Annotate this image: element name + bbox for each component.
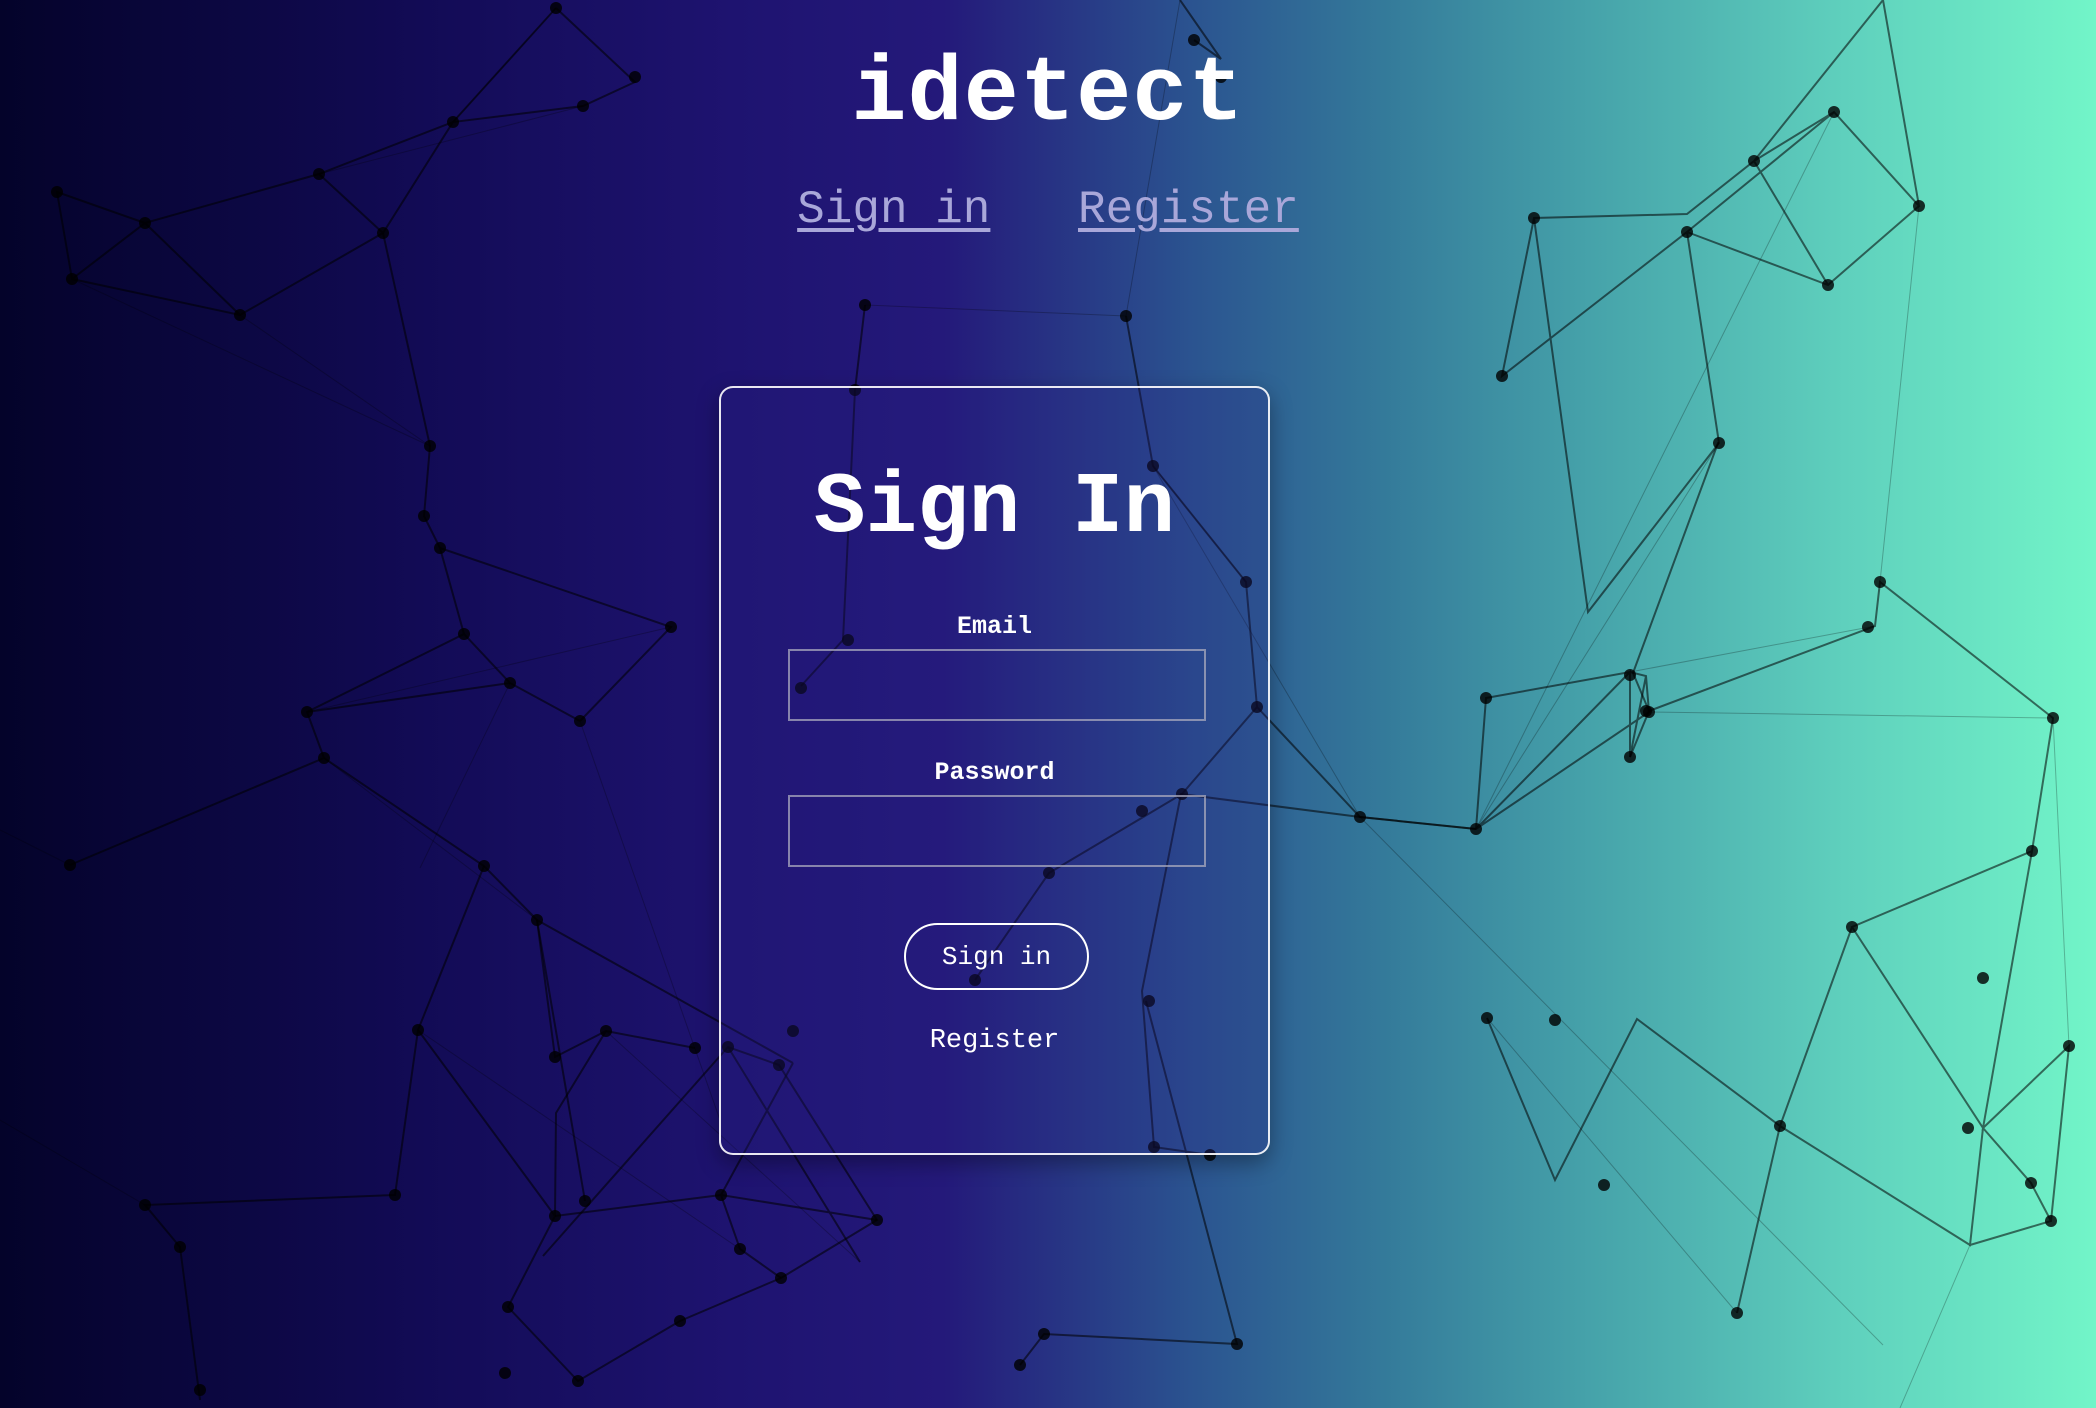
- email-field[interactable]: [788, 649, 1206, 721]
- nav-sign-in-link[interactable]: Sign in: [797, 184, 990, 236]
- top-nav: Sign in Register: [0, 180, 2096, 240]
- email-label: Email: [956, 612, 1032, 641]
- signin-title: Sign In: [813, 459, 1176, 557]
- password-label: Password: [934, 758, 1055, 787]
- brand-logo: idetect: [851, 42, 1245, 147]
- password-field[interactable]: [788, 795, 1206, 867]
- sign-in-button[interactable]: Sign in: [904, 923, 1089, 990]
- nav-register-link[interactable]: Register: [1078, 184, 1299, 236]
- register-link[interactable]: Register: [721, 1024, 1268, 1058]
- signin-card: Sign In Email Password Sign in Register: [719, 386, 1270, 1155]
